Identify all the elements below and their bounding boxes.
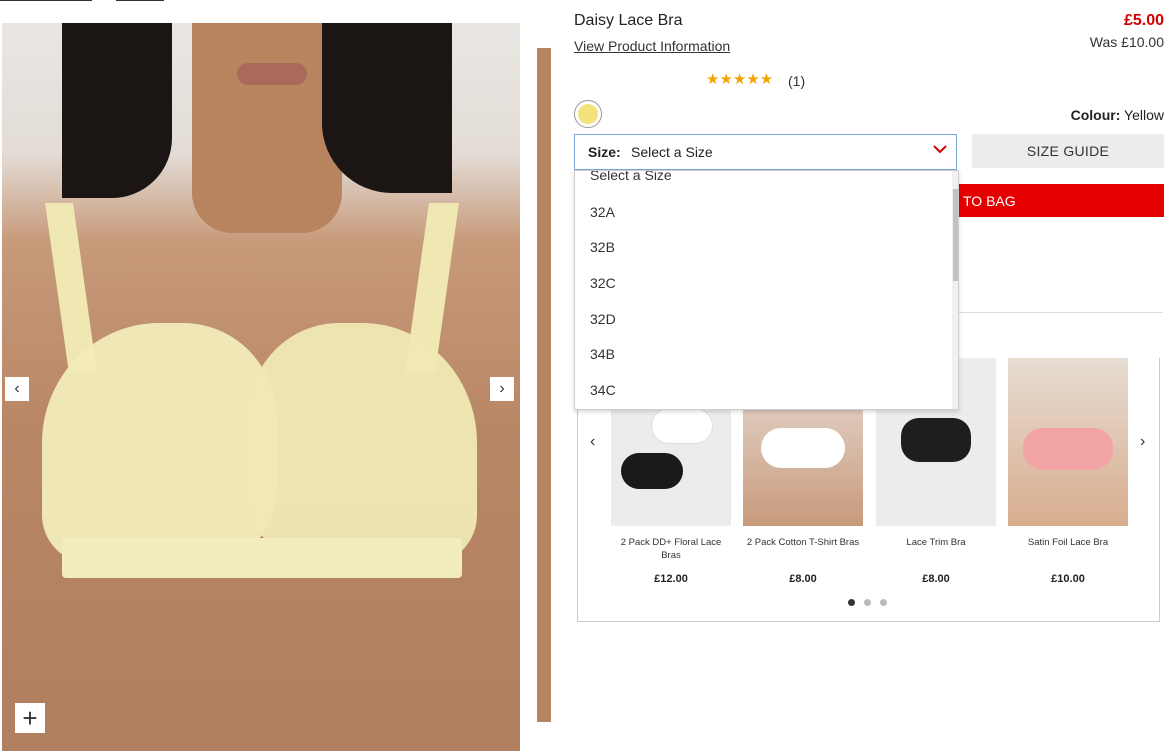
photo-detail <box>322 23 452 193</box>
size-option[interactable]: 32B <box>590 239 615 255</box>
recommendation-name[interactable]: 2 Pack Cotton T-Shirt Bras <box>743 536 863 564</box>
size-option[interactable]: 34B <box>590 346 615 362</box>
rating-stars-icon[interactable]: ★★★★★ <box>706 70 773 88</box>
product-image-gallery[interactable] <box>2 23 520 751</box>
dropdown-scrollbar[interactable] <box>952 171 958 409</box>
swatch-fill <box>578 104 598 124</box>
photo-detail <box>42 323 277 563</box>
recommendation-price: £8.00 <box>922 573 950 585</box>
size-select-value: Select a Size <box>631 144 713 160</box>
gallery-prev-button[interactable]: ‹ <box>5 377 29 401</box>
size-option[interactable]: 32A <box>590 204 615 220</box>
recommendation-card[interactable]: Satin Foil Lace Bra £10.00 <box>1008 358 1128 585</box>
size-option[interactable]: 34C <box>590 382 616 398</box>
colour-indicator: Colour: Yellow <box>1071 107 1164 123</box>
recommendation-name[interactable]: Lace Trim Bra <box>876 536 996 564</box>
carousel-next-button[interactable]: › <box>1140 433 1145 451</box>
zoom-plus-icon[interactable]: + <box>15 703 45 733</box>
carousel-prev-button[interactable]: ‹ <box>590 433 595 451</box>
photo-detail <box>62 23 172 198</box>
secondary-image-edge[interactable] <box>537 48 551 722</box>
gallery-next-button[interactable]: › <box>490 377 514 401</box>
current-price: £5.00 <box>1123 12 1164 29</box>
recommendation-price: £12.00 <box>654 573 688 585</box>
view-product-information-link[interactable]: View Product Information <box>574 38 730 54</box>
breadcrumb <box>0 0 92 1</box>
carousel-dot[interactable] <box>848 599 855 606</box>
recommendation-price: £8.00 <box>789 573 817 585</box>
size-select[interactable]: Size: Select a Size <box>574 134 957 170</box>
review-count[interactable]: (1) <box>788 73 805 89</box>
breadcrumb-link[interactable] <box>116 0 164 1</box>
recommendation-image[interactable] <box>1008 358 1128 526</box>
size-option[interactable]: 32C <box>590 275 616 291</box>
photo-detail <box>192 23 342 233</box>
was-price: Was £10.00 <box>1089 34 1164 50</box>
carousel-dot[interactable] <box>880 599 887 606</box>
carousel-pagination <box>848 599 887 606</box>
divider <box>957 312 1163 313</box>
size-guide-button[interactable]: SIZE GUIDE <box>972 134 1164 168</box>
colour-value: Yellow <box>1124 107 1164 123</box>
photo-detail <box>62 538 462 578</box>
chevron-down-icon[interactable] <box>932 141 948 162</box>
colour-label: Colour: <box>1070 107 1121 123</box>
size-option[interactable]: Select a Size <box>590 171 672 183</box>
size-option[interactable]: 32D <box>590 311 616 327</box>
size-select-label: Size: <box>588 144 621 160</box>
add-to-bag-button[interactable]: TO BAG <box>955 184 1164 217</box>
scrollbar-thumb[interactable] <box>953 189 958 281</box>
recommendation-price: £10.00 <box>1051 573 1085 585</box>
recommendation-name[interactable]: 2 Pack DD+ Floral Lace Bras <box>611 536 731 564</box>
photo-detail <box>247 323 477 563</box>
colour-swatch-yellow[interactable] <box>574 100 602 128</box>
carousel-dot[interactable] <box>864 599 871 606</box>
size-dropdown-list[interactable]: Select a Size 32A 32B 32C 32D 34B 34C <box>574 170 959 410</box>
photo-detail <box>237 63 307 85</box>
product-title: Daisy Lace Bra <box>574 12 683 29</box>
recommendation-name[interactable]: Satin Foil Lace Bra <box>1008 536 1128 564</box>
